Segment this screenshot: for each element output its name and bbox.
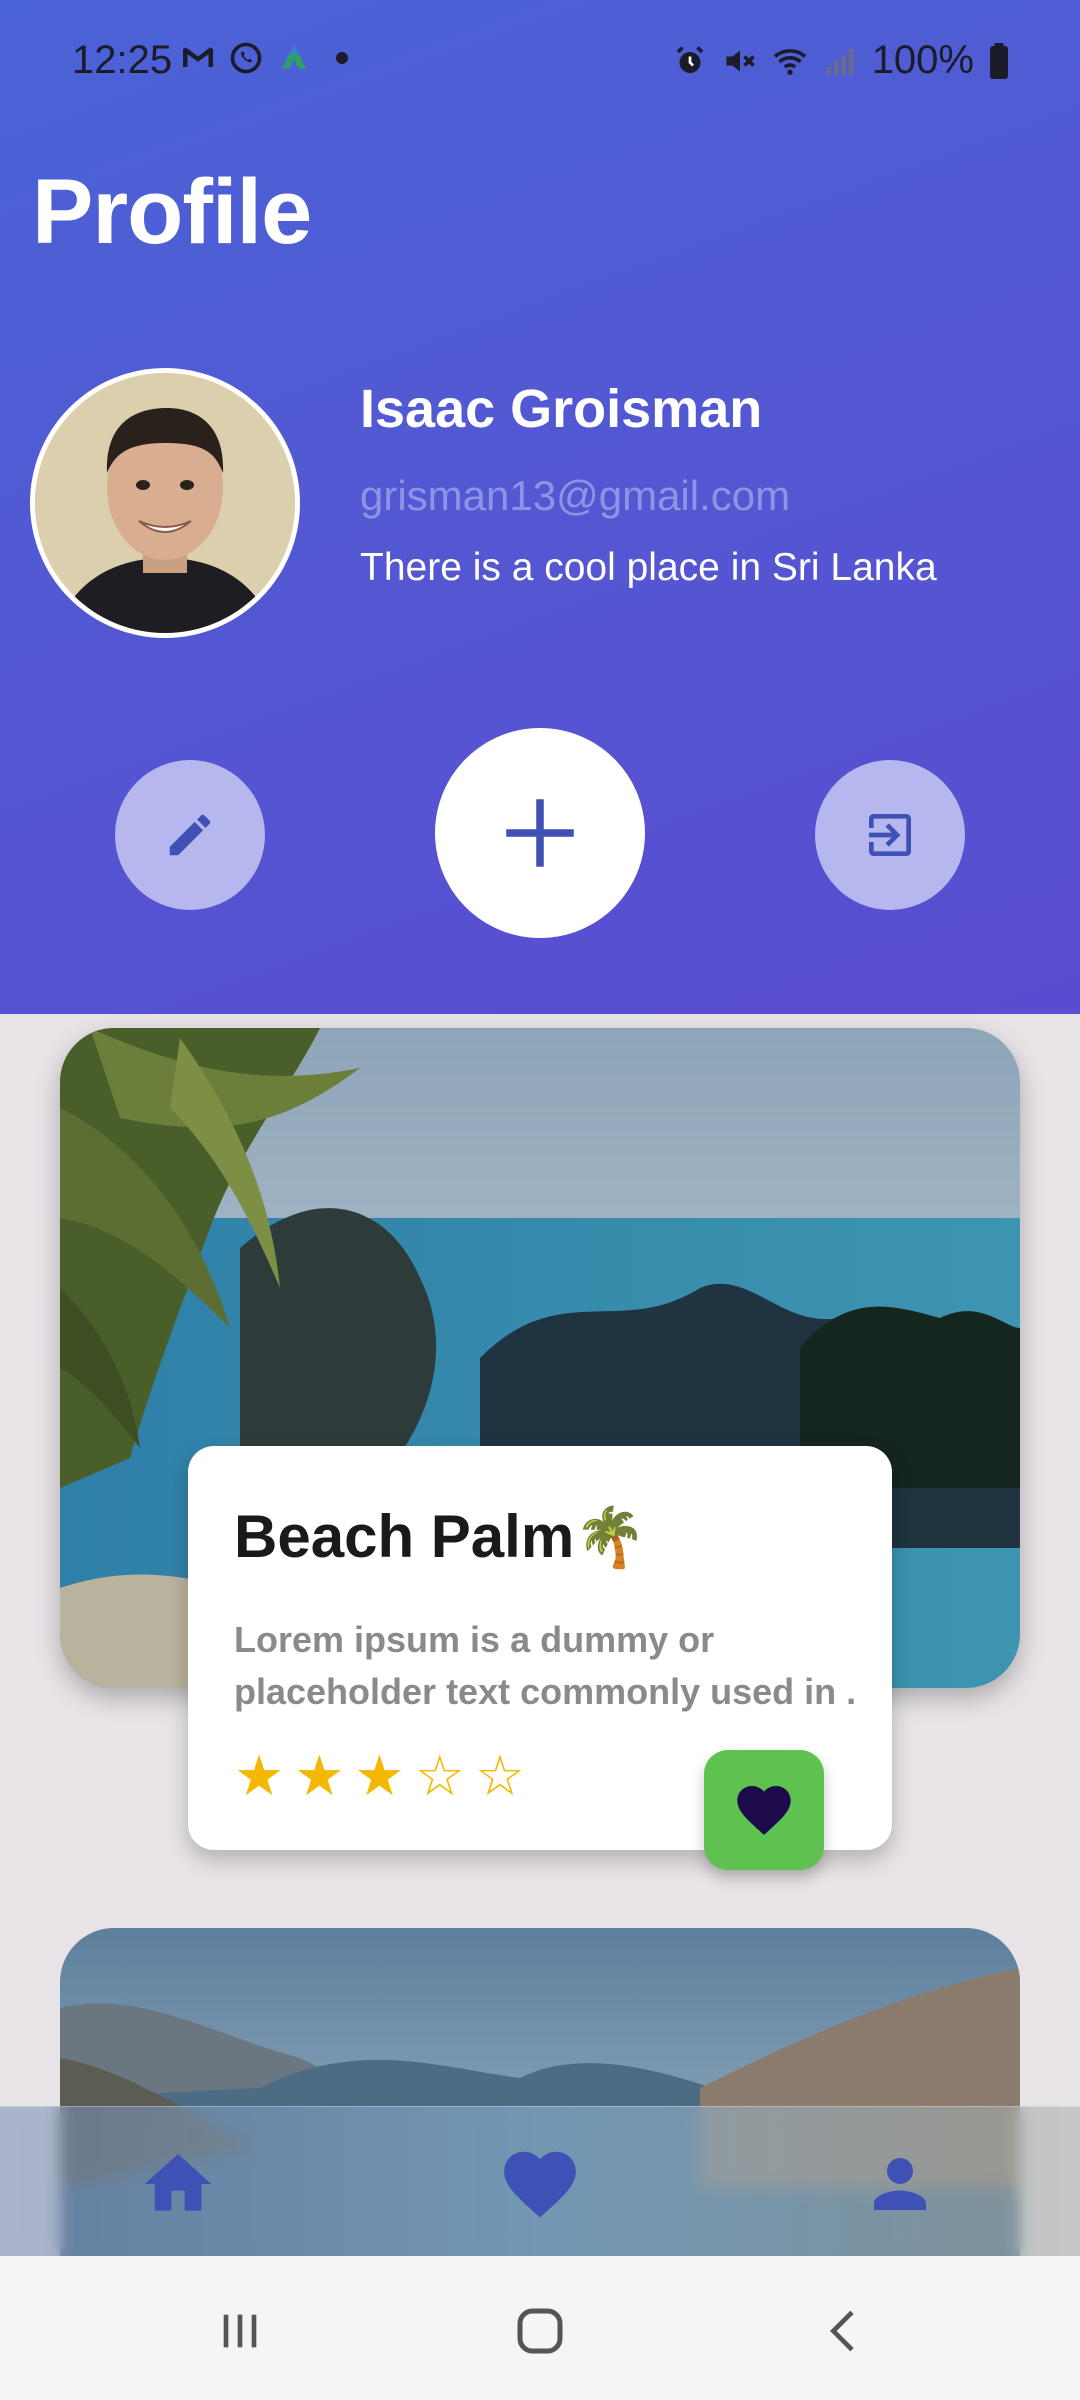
app-icon: [282, 44, 306, 69]
place-description-line: Lorem ipsum is a dummy or: [234, 1619, 715, 1660]
alarm-icon: [676, 45, 703, 73]
status-time: 12:25: [72, 38, 173, 82]
profile-header: 12:25 100% Profile Isaac Groisman grisma…: [0, 0, 1080, 1014]
system-home-button[interactable]: [505, 2296, 575, 2366]
bottom-navigation: [0, 2106, 1080, 2256]
star-empty-icon: ☆: [414, 1744, 465, 1807]
home-icon: [144, 2154, 212, 2211]
avatar-photo: [35, 373, 295, 633]
place-title: Beach Palm🌴: [234, 1502, 646, 1572]
status-system-icons: 100%: [672, 38, 1010, 83]
star-empty-icon: ☆: [474, 1744, 526, 1807]
system-back-button[interactable]: [810, 2296, 880, 2366]
signal-icon: [826, 48, 854, 74]
person-icon: [874, 2158, 926, 2210]
status-bar: 12:25 100%: [0, 0, 1080, 120]
avatar[interactable]: [30, 368, 300, 638]
exit-icon: [869, 814, 911, 856]
nav-home-tab[interactable]: [133, 2139, 223, 2229]
wifi-icon: [773, 48, 806, 75]
nav-profile-tab[interactable]: [855, 2139, 945, 2229]
star-filled-icon: ★: [354, 1744, 405, 1807]
star-filled-icon: ★: [234, 1744, 285, 1807]
profile-name: Isaac Groisman: [360, 379, 763, 439]
battery-percent: 100%: [871, 38, 974, 82]
place-title-text: Beach Palm: [234, 1503, 575, 1570]
system-home-icon: [517, 2308, 563, 2354]
pencil-icon: [169, 814, 211, 856]
profile-email: grisman13@gmail.com: [360, 472, 791, 519]
heart-icon: [504, 2151, 576, 2218]
plus-icon: [506, 799, 574, 867]
heart-icon: [737, 1786, 791, 1835]
gmail-icon: [183, 47, 213, 67]
dot-icon: [336, 52, 348, 64]
back-chevron-icon: [830, 2310, 854, 2352]
edit-profile-button[interactable]: [115, 760, 265, 910]
add-place-button[interactable]: [435, 728, 645, 938]
favorite-button[interactable]: [704, 1750, 824, 1870]
place-description: Lorem ipsum is a dummy or placeholder te…: [234, 1614, 854, 1718]
star-filled-icon: ★: [294, 1744, 345, 1807]
recent-apps-button[interactable]: [205, 2296, 275, 2366]
system-navigation-bar: [0, 2256, 1080, 2400]
whatsapp-icon: [230, 42, 262, 74]
recent-apps-icon: [223, 2314, 257, 2348]
profile-bio: There is a cool place in Sri Lanka: [360, 546, 937, 589]
palm-tree-emoji: 🌴: [574, 1505, 647, 1570]
mute-icon: [726, 50, 755, 71]
rating-stars: ★ ★ ★ ☆ ☆: [234, 1746, 525, 1806]
logout-button[interactable]: [815, 760, 965, 910]
battery-icon: [990, 42, 1008, 79]
page-title: Profile: [32, 161, 312, 263]
status-notification-icons: [180, 40, 360, 76]
nav-favorites-tab[interactable]: [495, 2139, 585, 2229]
place-description-line: placeholder text commonly used in ...: [234, 1671, 854, 1712]
